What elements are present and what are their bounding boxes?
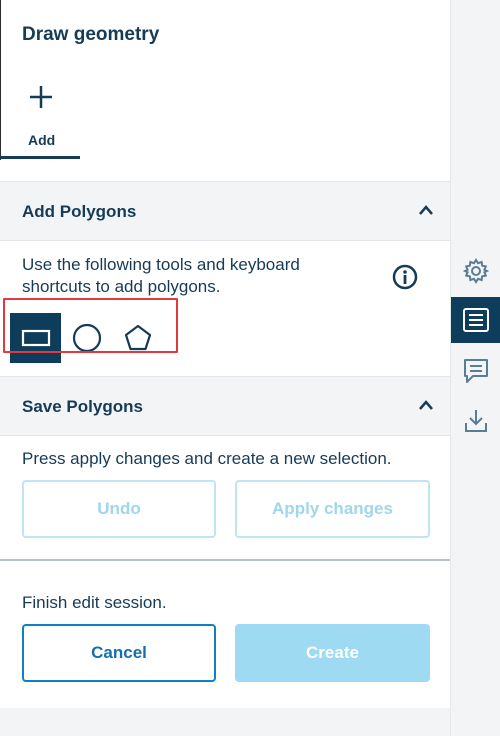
- plus-icon: [30, 86, 52, 108]
- comment-icon: [464, 359, 488, 383]
- panel-title: Draw geometry: [22, 24, 160, 45]
- sidebar-item-comments[interactable]: [451, 348, 500, 394]
- add-polygons-header[interactable]: Add Polygons: [0, 181, 450, 241]
- save-polygons-description: Press apply changes and create a new sel…: [22, 449, 392, 468]
- save-polygons-title: Save Polygons: [22, 397, 143, 416]
- sidebar-item-settings[interactable]: [451, 248, 500, 294]
- list-icon: [463, 308, 489, 332]
- undo-button[interactable]: Undo: [22, 480, 216, 538]
- panel-footer: [0, 708, 450, 736]
- finish-description: Finish edit session.: [22, 593, 167, 612]
- tab-active-indicator: [0, 156, 80, 159]
- right-sidebar: [450, 0, 500, 736]
- tools-highlight-box: [3, 298, 178, 353]
- add-polygons-description-line1: Use the following tools and keyboard: [22, 255, 300, 274]
- cancel-button[interactable]: Cancel: [22, 624, 216, 682]
- tab-add-label: Add: [28, 132, 56, 148]
- chevron-up-icon[interactable]: [418, 204, 434, 216]
- gear-icon: [463, 258, 489, 284]
- apply-changes-button[interactable]: Apply changes: [235, 480, 430, 538]
- draw-geometry-panel: Draw geometry Add Add Polygons Use the f…: [0, 0, 450, 736]
- save-polygons-header[interactable]: Save Polygons: [0, 376, 450, 436]
- chevron-up-icon[interactable]: [418, 399, 434, 411]
- add-polygons-description-line2: shortcuts to add polygons.: [22, 277, 221, 296]
- download-icon: [465, 410, 487, 432]
- add-polygons-title: Add Polygons: [22, 202, 137, 221]
- info-icon[interactable]: [392, 264, 418, 290]
- create-button[interactable]: Create: [235, 624, 430, 682]
- sidebar-item-download[interactable]: [451, 398, 500, 444]
- section-divider: [0, 559, 450, 561]
- tab-add[interactable]: Add: [0, 76, 80, 160]
- sidebar-item-list[interactable]: [451, 297, 500, 343]
